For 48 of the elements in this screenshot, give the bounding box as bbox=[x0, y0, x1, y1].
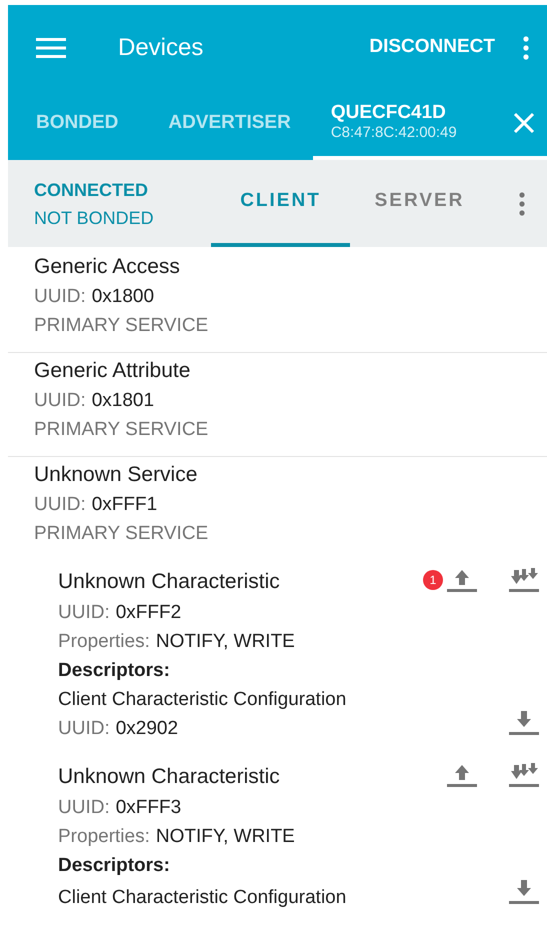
descriptors-label: Descriptors: bbox=[58, 659, 171, 683]
close-icon[interactable] bbox=[513, 112, 535, 134]
characteristic-name: Unknown Characteristic bbox=[58, 764, 281, 790]
device-name: QUECFC41D bbox=[330, 103, 447, 123]
mode-tab[interactable]: SERVER bbox=[350, 160, 489, 247]
uuid-value: 0xFFF2 bbox=[116, 601, 182, 625]
multiple-down-arrows-icon[interactable] bbox=[509, 763, 539, 787]
download-icon[interactable] bbox=[509, 880, 539, 904]
upload-icon[interactable] bbox=[447, 763, 477, 787]
uuid-label: UUID: bbox=[58, 717, 110, 741]
service-type: PRIMARY SERVICE bbox=[34, 522, 210, 546]
device-tab[interactable]: BONDED bbox=[8, 90, 140, 160]
disconnect-button[interactable]: DISCONNECT bbox=[369, 33, 495, 62]
descriptors-label: Descriptors: bbox=[58, 854, 171, 878]
uuid-value: 0x1801 bbox=[92, 389, 154, 413]
uuid-label: UUID: bbox=[34, 389, 86, 413]
uuid-label: UUID: bbox=[34, 493, 86, 517]
properties-label: Properties: bbox=[58, 630, 150, 654]
service-type: PRIMARY SERVICE bbox=[34, 418, 210, 442]
descriptor-name: Client Characteristic Configuration bbox=[58, 886, 348, 910]
properties-value: NOTIFY, WRITE bbox=[156, 630, 295, 654]
app-title: Devices bbox=[118, 32, 204, 62]
upload-icon[interactable] bbox=[447, 568, 477, 592]
bond-status: NOT BONDED bbox=[34, 206, 155, 230]
uuid-value: 0x1800 bbox=[92, 285, 154, 309]
descriptor-name: Client Characteristic Configuration bbox=[58, 688, 348, 712]
device-address: C8:47:8C:42:00:49 bbox=[330, 123, 457, 143]
properties-value: NOTIFY, WRITE bbox=[156, 825, 295, 849]
notification-badge: 1 bbox=[423, 570, 443, 590]
uuid-label: UUID: bbox=[34, 285, 86, 309]
uuid-value: 0xFFF1 bbox=[92, 493, 158, 517]
service-type: PRIMARY SERVICE bbox=[34, 314, 210, 338]
service-name: Generic Attribute bbox=[34, 358, 192, 384]
multiple-down-arrows-icon[interactable] bbox=[509, 568, 539, 592]
menu-icon[interactable] bbox=[36, 38, 66, 58]
download-icon[interactable] bbox=[509, 711, 539, 735]
characteristic-name: Unknown Characteristic bbox=[58, 569, 281, 595]
service-name: Generic Access bbox=[34, 254, 181, 280]
properties-label: Properties: bbox=[58, 825, 150, 849]
more-options-icon[interactable] bbox=[519, 192, 525, 216]
service-name: Unknown Service bbox=[34, 462, 198, 488]
uuid-value: 0xFFF3 bbox=[116, 796, 182, 820]
more-options-icon[interactable] bbox=[523, 36, 529, 60]
uuid-label: UUID: bbox=[58, 796, 110, 820]
connection-status: CONNECTED bbox=[34, 178, 150, 202]
uuid-label: UUID: bbox=[58, 601, 110, 625]
device-tab[interactable]: ADVERTISER bbox=[140, 90, 313, 160]
uuid-value: 0x2902 bbox=[116, 717, 178, 741]
